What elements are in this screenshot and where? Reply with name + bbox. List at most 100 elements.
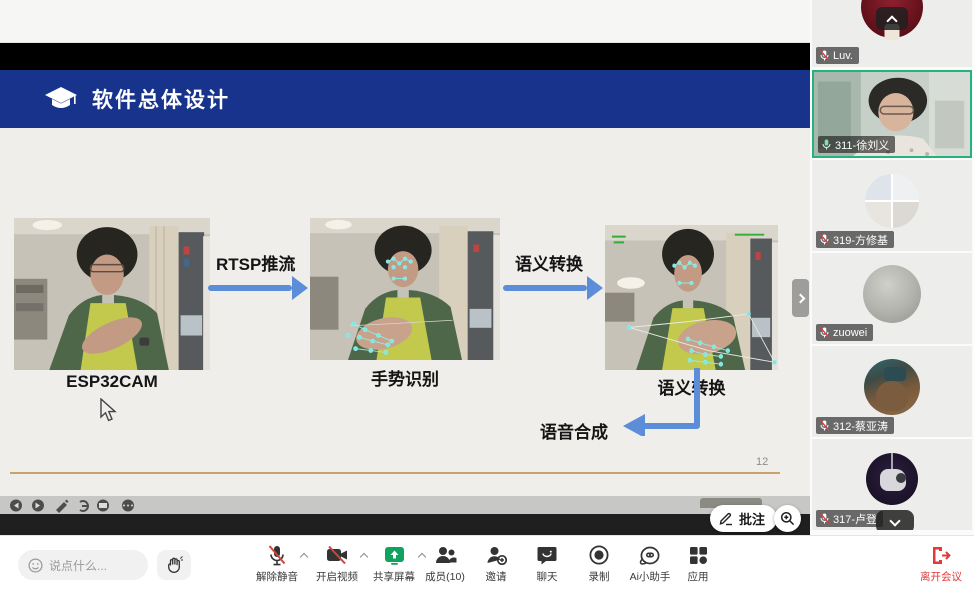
invite-label: 邀请 — [486, 569, 507, 584]
participant-name-tag: zuowei — [816, 324, 873, 341]
participant-name: 319-方修基 — [833, 232, 888, 248]
ai-assistant-label: Ai小助手 — [630, 569, 671, 584]
participants-sidebar: Luv. 311- — [810, 0, 974, 535]
camera-frame-image — [14, 218, 210, 370]
share-screen-icon — [384, 546, 405, 565]
participant-name: 317-卢登 — [833, 511, 877, 527]
node-label-gesture: 手势识别 — [310, 365, 500, 390]
participant-tile[interactable]: Luv. — [812, 0, 972, 67]
photo-gesture-recognition — [310, 218, 500, 360]
unmute-label: 解除静音 — [256, 569, 298, 584]
smiley-icon — [28, 558, 43, 573]
annotate-button[interactable]: 批注 — [710, 505, 777, 532]
participant-tile[interactable]: 319-方修基 — [812, 160, 972, 251]
graduation-cap-icon — [44, 86, 78, 112]
mic-muted-icon — [820, 420, 829, 431]
leave-meeting-button[interactable]: 离开会议 — [912, 544, 970, 584]
participant-tile[interactable]: 317-卢登 — [812, 439, 972, 530]
mic-muted-icon — [267, 545, 287, 566]
mic-muted-icon — [820, 327, 829, 338]
record-icon — [589, 545, 609, 565]
raise-hand-button[interactable] — [157, 550, 191, 580]
start-video-button[interactable]: 开启视频 — [308, 544, 366, 584]
avatar — [866, 453, 918, 505]
mic-muted-icon — [820, 50, 829, 61]
members-label: 成员(10) — [425, 569, 465, 584]
photo-semantic-conversion — [605, 225, 778, 370]
flow-arrow-rtsp — [208, 276, 308, 300]
semantic-frame-image — [605, 225, 778, 370]
participant-name: Luv. — [833, 50, 853, 62]
slide-header: 软件总体设计 — [0, 70, 810, 128]
chevron-up-icon — [886, 15, 897, 26]
avatar — [864, 359, 920, 415]
leave-meeting-icon — [931, 546, 951, 565]
participant-tile[interactable]: 312-蔡亚涛 — [812, 346, 972, 437]
start-video-label: 开启视频 — [316, 569, 358, 584]
mouse-cursor — [98, 398, 120, 424]
return-arrow-speech — [615, 366, 715, 436]
scroll-participants-down-button[interactable] — [876, 510, 914, 530]
raise-hand-icon — [166, 556, 183, 574]
chat-input-placeholder: 说点什么... — [49, 557, 107, 574]
magnifier-button[interactable] — [774, 505, 801, 532]
mic-muted-icon — [820, 234, 829, 245]
participant-tile-active[interactable]: 311-徐刘义 — [812, 70, 972, 158]
invite-icon — [486, 546, 507, 565]
participant-name-tag: 311-徐刘义 — [818, 136, 895, 153]
gesture-frame-image — [310, 218, 500, 360]
participant-name-tag: 319-方修基 — [816, 231, 894, 248]
shared-screen-area: 软件总体设计 — [0, 0, 810, 594]
participant-name: 311-徐刘义 — [835, 137, 889, 153]
arrow-label-rtsp: RTSP推流 — [216, 250, 295, 275]
ai-assistant-icon — [639, 546, 661, 565]
chevron-down-icon — [889, 515, 900, 526]
slide-page-number: 12 — [756, 456, 768, 468]
meeting-toolbar: 说点什么... 解除静音 开启视频 — [0, 535, 974, 594]
shared-screen-margin — [0, 0, 810, 43]
speech-synthesis-label: 语音合成 — [540, 418, 608, 443]
flow-arrow-semantic — [503, 276, 603, 300]
avatar — [863, 265, 921, 323]
participant-name-tag: 317-卢登 — [816, 510, 883, 527]
apps-button[interactable]: 应用 — [669, 544, 727, 584]
photo-esp32cam — [14, 218, 210, 370]
slide-footer-line — [10, 472, 780, 474]
share-bottom-bar — [0, 514, 810, 535]
participant-name: zuowei — [833, 327, 867, 339]
laser-pointer-icon — [80, 501, 88, 511]
record-label: 录制 — [589, 569, 610, 584]
apps-label: 应用 — [688, 569, 709, 584]
share-screen-label: 共享屏幕 — [373, 569, 415, 584]
next-slide-edge-button[interactable] — [792, 279, 809, 317]
unmute-button[interactable]: 解除静音 — [248, 544, 306, 584]
quick-chat-input[interactable]: 说点什么... — [18, 550, 148, 580]
share-screen-button[interactable]: 共享屏幕 — [365, 544, 423, 584]
pen-icon — [719, 511, 734, 526]
slide-top-black-bar — [0, 43, 810, 70]
participant-name: 312-蔡亚涛 — [833, 418, 888, 434]
participant-name-tag: Luv. — [816, 47, 859, 64]
slide-content: ESP32CAM 手势识别 语义转换 RTSP推流 语义转换 语音合成 12 — [0, 128, 810, 496]
record-button[interactable]: 录制 — [570, 544, 628, 584]
magnifier-icon — [780, 511, 795, 526]
arrow-label-semantic: 语义转换 — [515, 250, 583, 275]
participant-tile[interactable]: zuowei — [812, 253, 972, 344]
meeting-window: 软件总体设计 — [0, 0, 974, 594]
members-icon — [434, 546, 457, 565]
annotate-label: 批注 — [739, 509, 765, 528]
avatar — [865, 174, 919, 228]
invite-button[interactable]: 邀请 — [467, 544, 525, 584]
members-button[interactable]: 成员(10) — [416, 544, 474, 584]
pen-tool-icon — [56, 500, 69, 514]
chat-button[interactable]: 聊天 — [518, 544, 576, 584]
camera-off-icon — [326, 546, 348, 564]
presenter-controls[interactable] — [8, 498, 140, 513]
chat-icon — [537, 546, 557, 565]
chat-label: 聊天 — [537, 569, 558, 584]
chevron-right-icon — [796, 293, 806, 303]
apps-icon — [689, 546, 708, 565]
slide-title: 软件总体设计 — [92, 84, 230, 114]
collapse-strip-button[interactable] — [876, 7, 908, 30]
participant-name-tag: 312-蔡亚涛 — [816, 417, 894, 434]
